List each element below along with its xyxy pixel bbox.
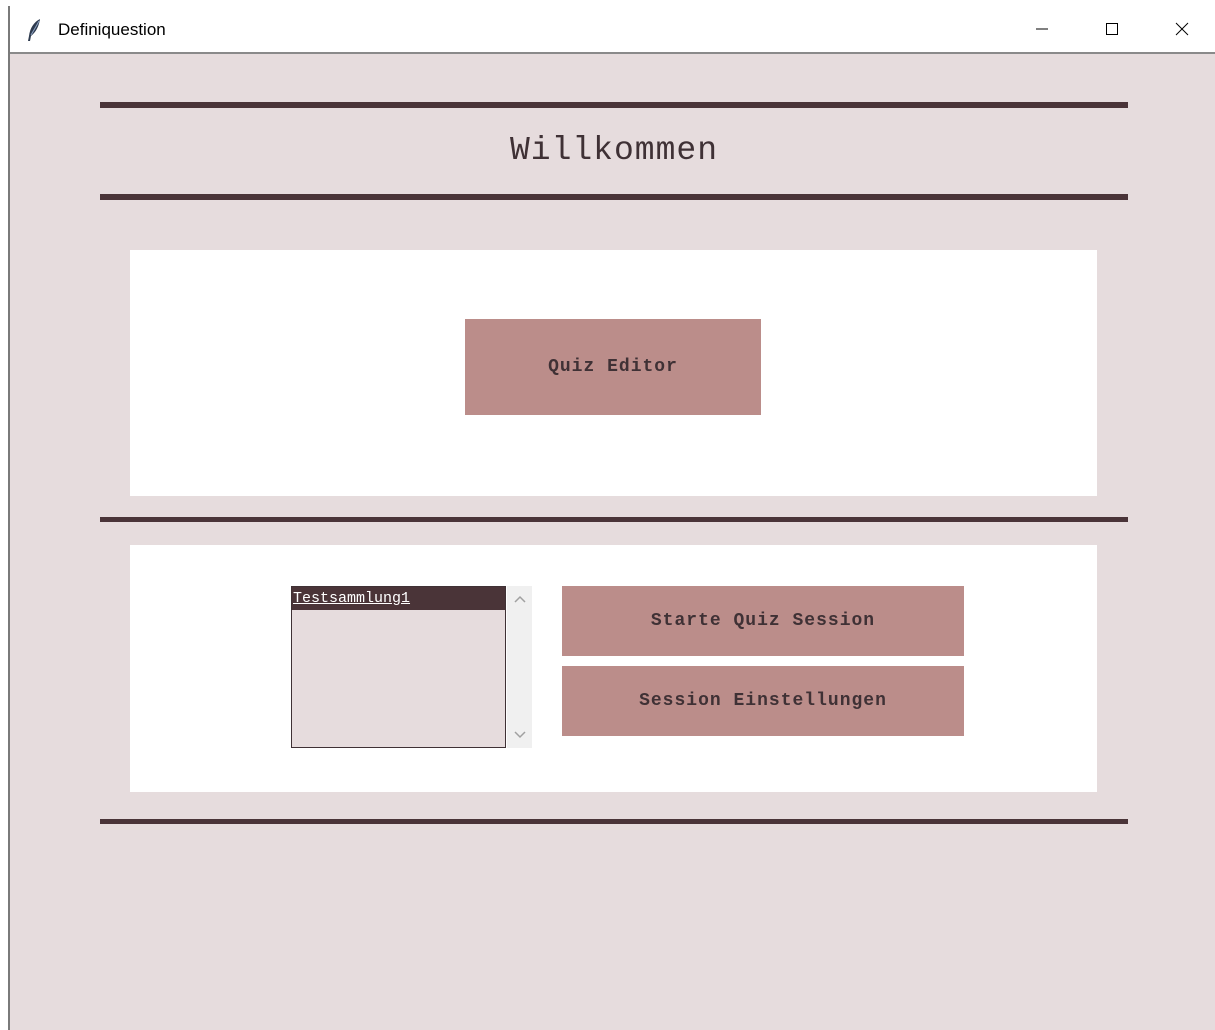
start-quiz-session-button[interactable]: Starte Quiz Session [562,586,964,656]
main-content: Willkommen Quiz Editor Testsammlung1 Sta… [10,54,1215,1030]
scroll-up-button[interactable] [507,588,532,610]
close-icon [1175,22,1189,36]
listbox-scrollbar[interactable] [507,586,532,748]
window-title: Definiquestion [58,20,166,39]
minimize-button[interactable] [1007,6,1077,52]
divider-bottom [100,819,1128,824]
collection-listbox[interactable]: Testsammlung1 [291,586,506,748]
divider-top [100,102,1128,108]
app-window: Definiquestion Willkommen Quiz Editor Te… [8,6,1215,1030]
page-title: Willkommen [509,132,719,169]
maximize-button[interactable] [1077,6,1147,52]
minimize-icon [1035,22,1049,36]
divider-header [100,194,1128,200]
scroll-down-button[interactable] [507,724,532,746]
chevron-up-icon [513,590,526,608]
feather-icon [24,18,44,42]
editor-panel: Quiz Editor [130,250,1097,496]
close-button[interactable] [1147,6,1215,52]
maximize-icon [1105,22,1119,36]
divider-middle [100,517,1128,522]
title-bar[interactable]: Definiquestion [10,6,1215,54]
chevron-down-icon [513,726,526,744]
session-panel: Testsammlung1 Starte Quiz Session Sessio… [130,545,1097,792]
list-item[interactable]: Testsammlung1 [292,587,505,610]
quiz-editor-button[interactable]: Quiz Editor [465,319,761,415]
session-settings-button[interactable]: Session Einstellungen [562,666,964,736]
